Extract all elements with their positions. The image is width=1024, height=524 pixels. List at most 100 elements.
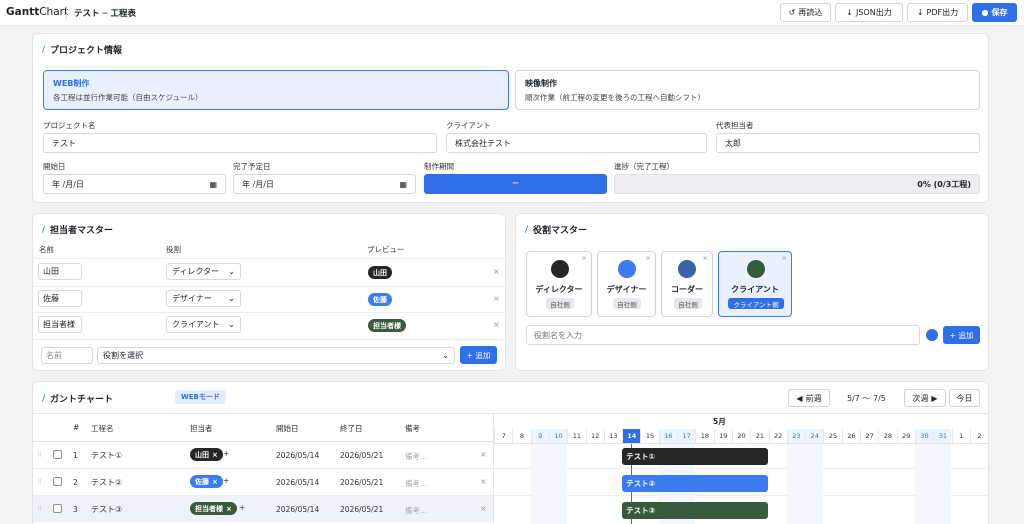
representative-input[interactable]: 太郎 <box>716 133 980 153</box>
mode-option-web[interactable]: WEB制作 各工程は並行作業可能（自由スケジュール） <box>43 70 509 110</box>
mode-option-video[interactable]: 映像制作 順次作業（前工程の変更を後ろの工程へ自動シフト） <box>515 70 980 110</box>
day-cell: 12 <box>585 429 604 443</box>
weekend-shade <box>805 444 824 524</box>
day-cell: 2 <box>969 429 988 443</box>
day-cell: 29 <box>896 429 915 443</box>
delete-icon[interactable]: × <box>480 504 487 513</box>
task-checkbox[interactable] <box>53 450 62 459</box>
task-checkbox[interactable] <box>53 477 62 486</box>
delete-icon[interactable]: × <box>493 320 500 329</box>
task-end-date[interactable]: 2026/05/21 <box>340 505 383 514</box>
section-title: / ガントチャート <box>42 393 113 406</box>
role-master-card: / 役割マスター × ディレクター 自社側 × デザイナー 自社側 × コーダー … <box>515 213 989 371</box>
task-note[interactable]: 備考... <box>405 451 427 462</box>
day-cell: 8 <box>512 429 530 443</box>
close-icon[interactable]: × <box>782 254 787 262</box>
task-checkbox[interactable] <box>53 504 62 513</box>
chevron-down-icon: ⌄ <box>228 320 235 329</box>
assignee-name-input[interactable]: 担当者様 <box>38 316 82 333</box>
progress-bar: 0% (0/3工程) <box>614 174 980 194</box>
period-display: ─ <box>424 174 607 194</box>
weekend-shade <box>914 444 934 524</box>
task-start-date[interactable]: 2026/05/14 <box>276 505 319 514</box>
day-cell: 14 <box>622 429 641 443</box>
task-name[interactable]: テスト② <box>91 477 122 488</box>
role-color-picker[interactable] <box>926 329 938 341</box>
task-note[interactable]: 備考... <box>405 478 427 489</box>
task-name[interactable]: テスト③ <box>91 504 122 515</box>
column-header-num: # <box>73 423 80 432</box>
download-icon: ↓ <box>846 8 853 17</box>
task-name[interactable]: テスト① <box>91 450 122 461</box>
client-input[interactable]: 株式会社テスト <box>446 133 707 153</box>
task-end-date[interactable]: 2026/05/21 <box>340 451 383 460</box>
task-bar[interactable]: テスト① <box>622 448 769 465</box>
add-assignee-icon[interactable]: + <box>223 449 229 458</box>
role-card-coder[interactable]: × コーダー 自社側 <box>661 251 713 317</box>
assignee-name-input[interactable]: 佐藤 <box>38 290 82 307</box>
task-end-date[interactable]: 2026/05/21 <box>340 478 383 487</box>
role-side-badge: 自社側 <box>674 298 702 309</box>
role-card-director[interactable]: × ディレクター 自社側 <box>526 251 592 317</box>
top-bar: GanttChart テスト ─ 工程表 ↺ 再読込 ↓ JSON出力 ↓ PDF出力… <box>0 0 1024 26</box>
project-name-input[interactable]: テスト <box>43 133 437 153</box>
add-assignee-button[interactable]: + 追加 <box>460 346 497 364</box>
drag-handle-icon[interactable]: ⠿ <box>37 451 42 459</box>
save-button[interactable]: ● 保存 <box>972 3 1017 22</box>
close-icon[interactable]: × <box>646 254 651 262</box>
assignee-role-select[interactable]: デザイナー ⌄ <box>166 290 241 307</box>
gantt-card: / ガントチャート WEBモード ◀ 前週 5/7 〜 7/5 次週 ▶ 今日 # 工… <box>32 381 989 524</box>
day-cell: 22 <box>768 429 787 443</box>
table-row: ⠿ 2 テスト② 佐藤 × + 2026/05/14 2026/05/21 備考.… <box>33 469 493 495</box>
json-export-button[interactable]: ↓ JSON出力 <box>835 3 903 22</box>
add-assignee-icon[interactable]: + <box>223 476 229 485</box>
role-name-input[interactable]: 役割名を入力 <box>526 325 920 345</box>
task-bar[interactable]: テスト③ <box>622 502 769 519</box>
delete-icon[interactable]: × <box>493 294 500 303</box>
add-assignee-icon[interactable]: + <box>239 503 245 512</box>
today-button[interactable]: 今日 <box>949 389 980 407</box>
role-card-designer[interactable]: × デザイナー 自社側 <box>597 251 656 317</box>
add-role-button[interactable]: + 追加 <box>943 326 980 344</box>
new-assignee-name-input[interactable]: 名前 <box>41 347 93 364</box>
day-cell: 23 <box>786 429 806 443</box>
new-assignee-role-select[interactable]: 役割を選択 ⌄ <box>97 347 455 364</box>
assignee-name-input[interactable]: 山田 <box>38 263 82 280</box>
day-cell: 24 <box>805 429 824 443</box>
assignee-role-select[interactable]: クライアント ⌄ <box>166 316 241 333</box>
divider <box>33 258 505 259</box>
column-header-task: 工程名 <box>91 424 114 433</box>
role-card-client[interactable]: × クライアント クライアント側 <box>718 251 792 317</box>
close-icon[interactable]: × <box>582 254 587 262</box>
calendar-icon[interactable]: ▦ <box>209 180 217 189</box>
reload-button[interactable]: ↺ 再読込 <box>780 3 831 22</box>
task-start-date[interactable]: 2026/05/14 <box>276 451 319 460</box>
task-note[interactable]: 備考... <box>405 505 427 516</box>
calendar-icon[interactable]: ▦ <box>399 180 407 189</box>
delete-icon[interactable]: × <box>493 267 500 276</box>
pdf-export-button[interactable]: ↓ PDF出力 <box>907 3 968 22</box>
task-assignee-pill: 佐藤 × <box>190 475 223 488</box>
end-date-label: 完了予定日 <box>233 162 271 171</box>
assignee-role-select[interactable]: ディレクター ⌄ <box>166 263 241 280</box>
divider <box>33 312 505 313</box>
delete-icon[interactable]: × <box>480 450 487 459</box>
delete-icon[interactable]: × <box>480 477 487 486</box>
drag-handle-icon[interactable]: ⠿ <box>37 478 42 486</box>
close-icon[interactable]: × <box>703 254 708 262</box>
end-date-input[interactable]: 年 /月/日 ▦ <box>233 174 416 194</box>
day-cell: 9 <box>530 429 549 443</box>
assignee-preview-pill: 山田 <box>368 266 392 279</box>
prev-week-button[interactable]: ◀ 前週 <box>788 389 830 407</box>
remove-icon[interactable]: × <box>212 478 218 486</box>
drag-handle-icon[interactable]: ⠿ <box>37 505 42 513</box>
start-date-input[interactable]: 年 /月/日 ▦ <box>43 174 226 194</box>
task-bar[interactable]: テスト② <box>622 475 769 492</box>
remove-icon[interactable]: × <box>226 505 232 513</box>
remove-icon[interactable]: × <box>212 451 218 459</box>
chevron-down-icon: ⌄ <box>228 294 235 303</box>
weekend-shade <box>530 444 549 524</box>
project-info-card: / プロジェクト情報 WEB制作 各工程は並行作業可能（自由スケジュール） 映像制… <box>32 33 989 203</box>
task-start-date[interactable]: 2026/05/14 <box>276 478 319 487</box>
next-week-button[interactable]: 次週 ▶ <box>904 389 946 407</box>
